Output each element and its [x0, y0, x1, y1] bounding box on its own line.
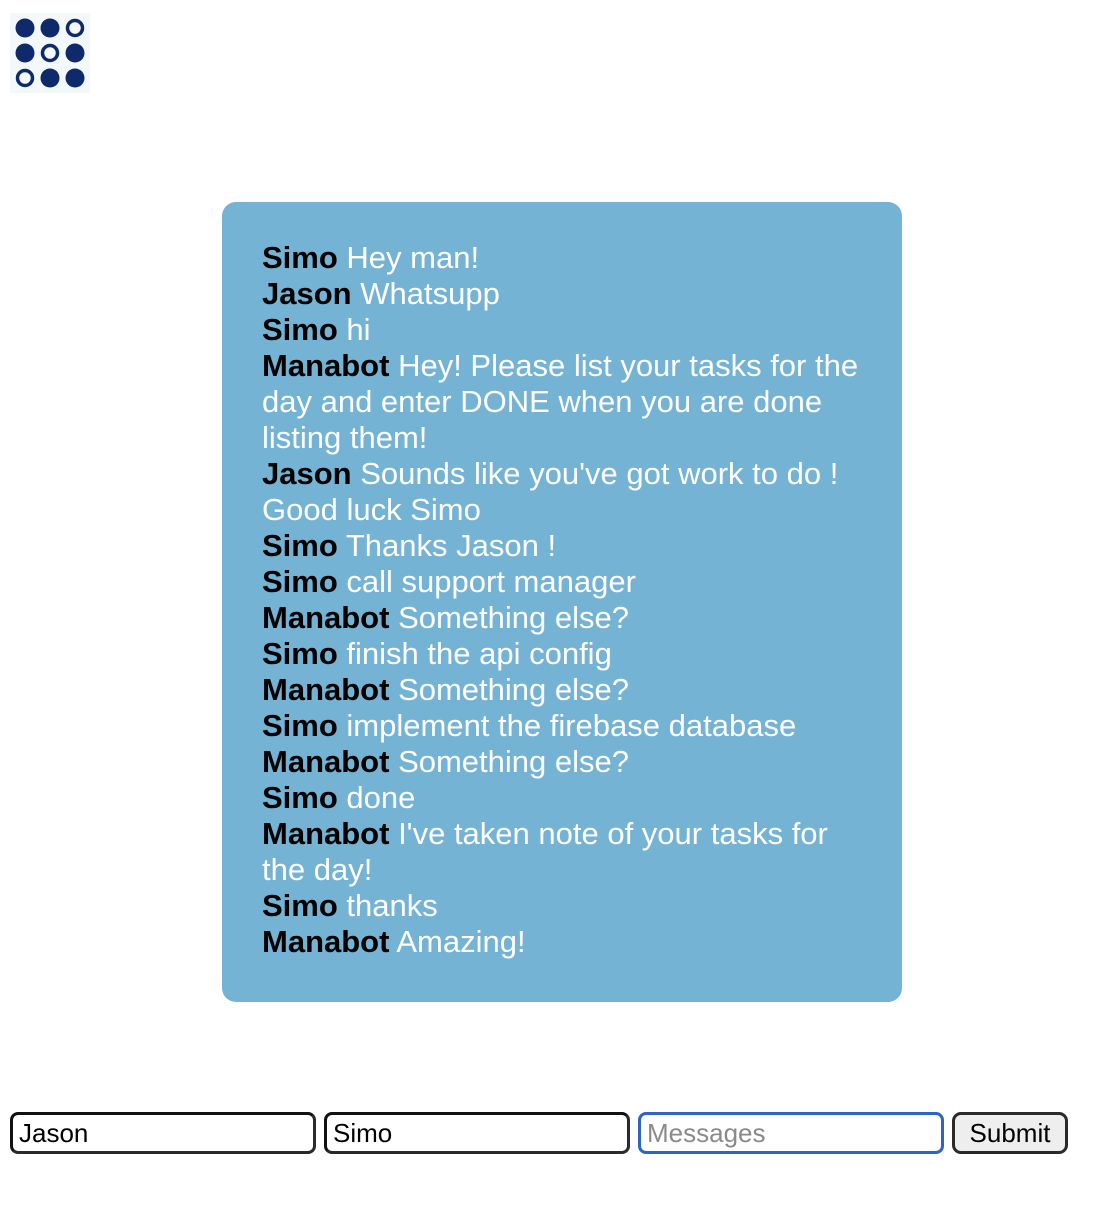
message-form: Submit	[10, 1112, 1110, 1154]
chat-window: Simo Hey man! Jason Whatsupp Simo hi Manabo…	[222, 202, 902, 1002]
app-logo	[10, 13, 90, 93]
message-author: Simo	[262, 708, 338, 743]
sender-input[interactable]	[10, 1112, 316, 1154]
message-text: thanks	[346, 888, 438, 923]
chat-message: Simo finish the api config	[262, 636, 862, 672]
message-author: Jason	[262, 276, 352, 311]
chat-message: Simo thanks	[262, 888, 862, 924]
message-author: Manabot	[262, 600, 390, 635]
message-text: Hey man!	[346, 240, 480, 275]
message-author: Manabot	[262, 672, 390, 707]
logo-dot-filled	[40, 18, 60, 38]
chat-message: Jason Whatsupp	[262, 276, 862, 312]
message-text: Thanks Jason !	[345, 528, 557, 563]
message-author: Manabot	[262, 744, 390, 779]
chat-message: Simo implement the firebase database	[262, 708, 862, 744]
message-author: Jason	[262, 456, 352, 491]
message-text: Amazing!	[396, 924, 526, 959]
logo-dot-filled	[15, 18, 35, 38]
message-text: done	[346, 780, 416, 815]
message-text: Something else?	[398, 600, 629, 635]
chat-message: Manabot Hey! Please list your tasks for …	[262, 348, 862, 456]
message-author: Simo	[262, 312, 338, 347]
logo-dot-filled	[65, 43, 85, 63]
message-text: Something else?	[398, 744, 629, 779]
chat-message: Jason Sounds like you've got work to do …	[262, 456, 862, 528]
message-author: Simo	[262, 780, 338, 815]
receiver-input[interactable]	[324, 1112, 630, 1154]
logo-dot-ring	[15, 68, 35, 88]
dot-grid-logo-icon	[15, 18, 85, 88]
message-author: Manabot	[262, 924, 390, 959]
message-author: Simo	[262, 636, 338, 671]
logo-dot-ring	[65, 18, 85, 38]
message-author: Manabot	[262, 816, 390, 851]
chat-message: Manabot Amazing!	[262, 924, 862, 960]
chat-message: Manabot I've taken note of your tasks fo…	[262, 816, 862, 888]
chat-message: Simo Thanks Jason !	[262, 528, 862, 564]
message-text: Something else?	[398, 672, 629, 707]
message-list: Simo Hey man! Jason Whatsupp Simo hi Manabo…	[262, 240, 862, 960]
logo-dot-filled	[15, 43, 35, 63]
message-text: call support manager	[346, 564, 636, 599]
chat-message: Manabot Something else?	[262, 672, 862, 708]
chat-message: Simo hi	[262, 312, 862, 348]
message-author: Simo	[262, 888, 338, 923]
chat-message: Simo done	[262, 780, 862, 816]
message-author: Simo	[262, 564, 338, 599]
chat-message: Simo call support manager	[262, 564, 862, 600]
logo-dot-filled	[40, 68, 60, 88]
message-author: Simo	[262, 528, 338, 563]
chat-message: Simo Hey man!	[262, 240, 862, 276]
chat-message: Manabot Something else?	[262, 600, 862, 636]
message-input[interactable]	[638, 1112, 944, 1154]
message-text: Whatsupp	[360, 276, 500, 311]
message-text: finish the api config	[346, 636, 612, 671]
logo-dot-filled	[65, 68, 85, 88]
message-author: Manabot	[262, 348, 390, 383]
message-text: implement the firebase database	[346, 708, 797, 743]
message-text: hi	[346, 312, 371, 347]
logo-dot-ring	[40, 43, 60, 63]
message-author: Simo	[262, 240, 338, 275]
chat-message: Manabot Something else?	[262, 744, 862, 780]
submit-button[interactable]: Submit	[952, 1112, 1068, 1154]
